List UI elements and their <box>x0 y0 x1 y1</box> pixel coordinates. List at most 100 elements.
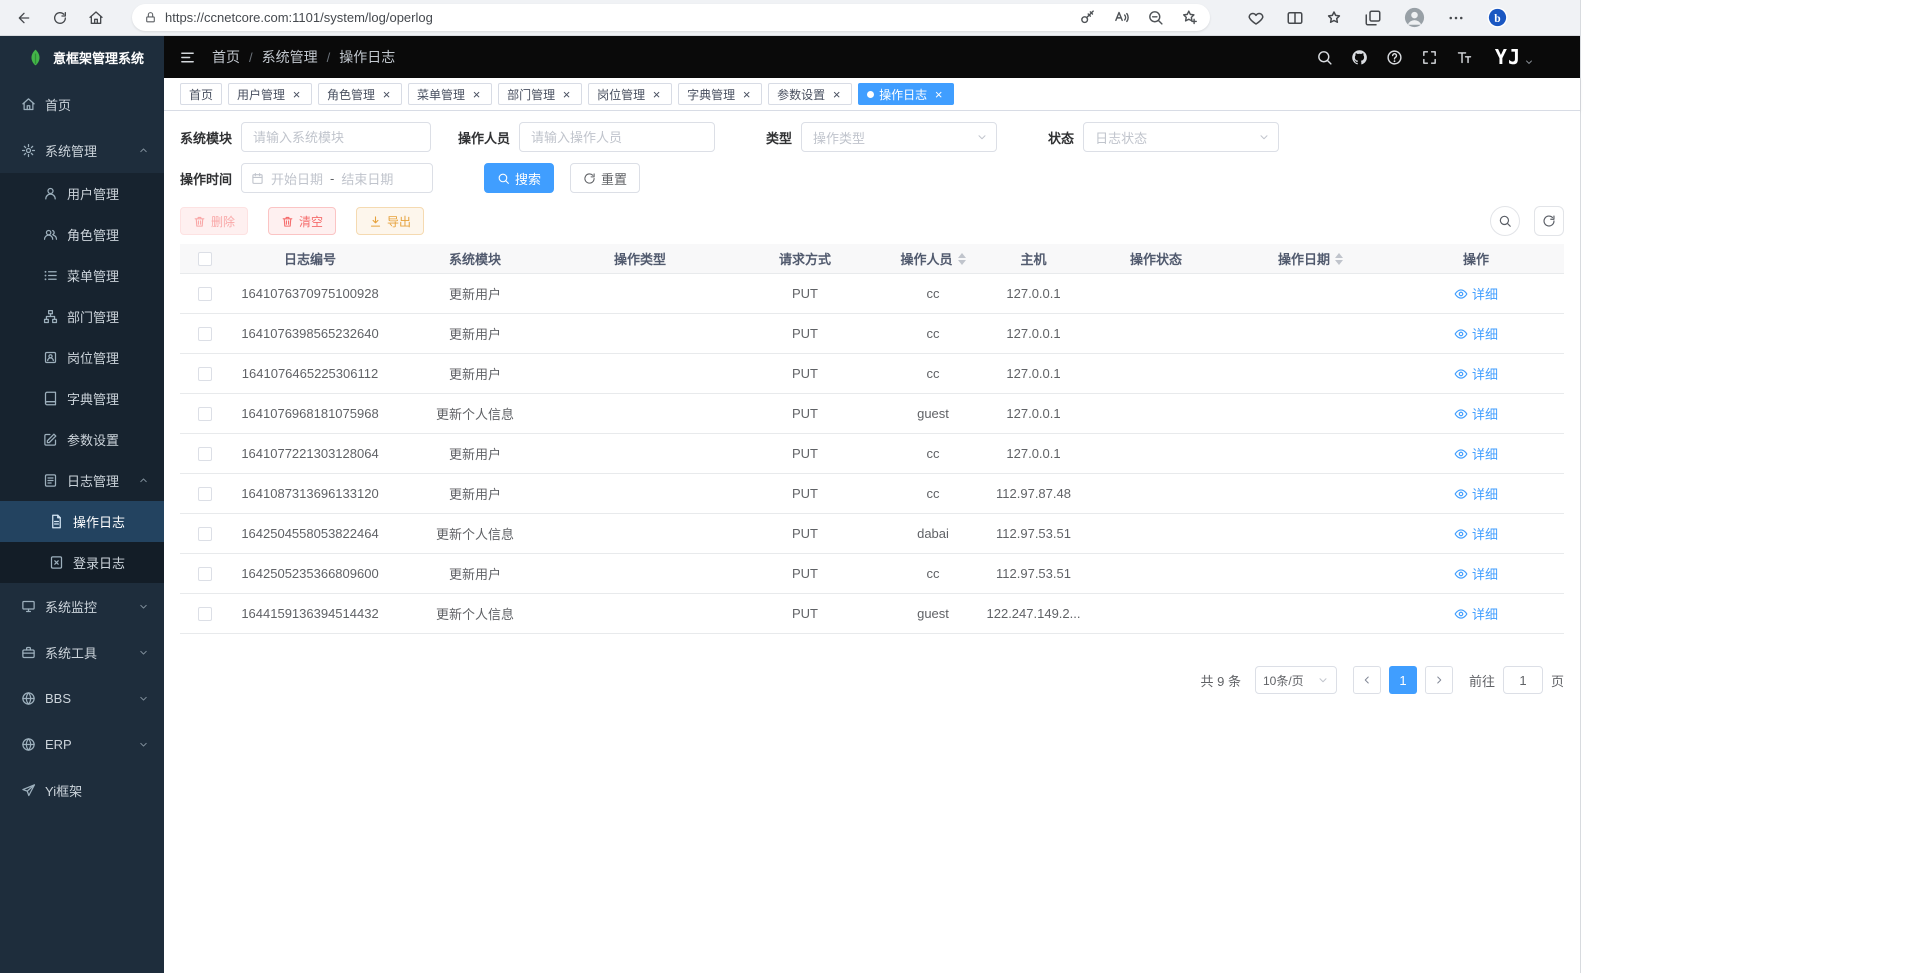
sidebar-item[interactable]: 操作日志 <box>0 501 164 542</box>
column-header[interactable]: 请求方式 <box>720 244 890 273</box>
search-button[interactable]: 搜索 <box>484 163 554 193</box>
tab[interactable]: 岗位管理 × <box>588 83 672 105</box>
sidebar-item[interactable]: 首页 <box>0 81 164 127</box>
breadcrumb-item[interactable]: 操作日志 <box>318 47 396 67</box>
browser-essentials-icon[interactable] <box>1247 9 1265 27</box>
row-checkbox[interactable] <box>198 447 212 461</box>
delete-button[interactable]: 删除 <box>180 207 248 235</box>
tab[interactable]: 菜单管理 × <box>408 83 492 105</box>
tab-close-icon[interactable]: × <box>380 88 393 101</box>
show-search-button[interactable] <box>1490 206 1520 236</box>
row-checkbox[interactable] <box>198 487 212 501</box>
prev-page-button[interactable] <box>1353 666 1381 694</box>
sidebar-item[interactable]: 系统监控 <box>0 583 164 629</box>
goto-page-input[interactable] <box>1503 666 1543 694</box>
user-logo[interactable]: YJ <box>1495 45 1521 69</box>
sidebar-item[interactable]: 参数设置 <box>0 419 164 460</box>
back-button[interactable] <box>10 4 38 32</box>
detail-link[interactable]: 详细 <box>1454 284 1498 303</box>
row-checkbox[interactable] <box>198 367 212 381</box>
tab-close-icon[interactable]: × <box>560 88 573 101</box>
tab-close-icon[interactable]: × <box>650 88 663 101</box>
sidebar-item[interactable]: 角色管理 <box>0 214 164 255</box>
read-aloud-icon[interactable] <box>1113 9 1130 26</box>
profile-avatar[interactable] <box>1403 6 1426 29</box>
detail-link[interactable]: 详细 <box>1454 604 1498 623</box>
module-input[interactable] <box>241 122 431 152</box>
row-checkbox[interactable] <box>198 287 212 301</box>
help-icon[interactable] <box>1386 49 1403 66</box>
sort-carets[interactable] <box>1335 253 1343 265</box>
row-checkbox[interactable] <box>198 567 212 581</box>
detail-link[interactable]: 详细 <box>1454 564 1498 583</box>
breadcrumb-item[interactable]: 首页 <box>212 47 240 67</box>
sidebar-item[interactable]: 部门管理 <box>0 296 164 337</box>
clear-button[interactable]: 清空 <box>268 207 336 235</box>
sort-carets[interactable] <box>958 253 966 265</box>
favorites-icon[interactable] <box>1325 9 1343 27</box>
tab[interactable]: 角色管理 × <box>318 83 402 105</box>
status-select[interactable]: 日志状态 <box>1083 122 1279 152</box>
column-header[interactable]: 操作 <box>1400 244 1552 273</box>
detail-link[interactable]: 详细 <box>1454 444 1498 463</box>
detail-link[interactable]: 详细 <box>1454 484 1498 503</box>
sidebar-item[interactable]: BBS <box>0 675 164 721</box>
browser-menu-icon[interactable] <box>1447 9 1465 27</box>
tab[interactable]: 参数设置 × <box>768 83 852 105</box>
operator-input[interactable] <box>519 122 715 152</box>
tab[interactable]: 用户管理 × <box>228 83 312 105</box>
github-icon[interactable] <box>1351 49 1368 66</box>
reset-button[interactable]: 重置 <box>570 163 640 193</box>
sidebar-item[interactable]: 日志管理 <box>0 460 164 501</box>
sidebar-item[interactable]: 系统管理 <box>0 127 164 173</box>
sidebar-item[interactable]: 用户管理 <box>0 173 164 214</box>
column-header[interactable]: 主机 <box>976 244 1091 273</box>
sidebar-toggle-icon[interactable] <box>179 49 196 66</box>
select-all-checkbox[interactable] <box>198 252 212 266</box>
export-button[interactable]: 导出 <box>356 207 424 235</box>
column-header[interactable]: 日志编号 <box>230 244 390 273</box>
refresh-table-button[interactable] <box>1534 206 1564 236</box>
favorite-icon[interactable] <box>1181 9 1198 26</box>
tab[interactable]: 操作日志 × <box>858 83 954 105</box>
header-search-icon[interactable] <box>1316 49 1333 66</box>
sidebar-item[interactable]: ERP <box>0 721 164 767</box>
page-size-select[interactable]: 10条/页 <box>1255 666 1337 694</box>
detail-link[interactable]: 详细 <box>1454 404 1498 423</box>
column-header[interactable]: 操作日期 <box>1221 244 1400 273</box>
sidebar-item[interactable]: 字典管理 <box>0 378 164 419</box>
column-header[interactable]: 操作类型 <box>560 244 720 273</box>
tab-close-icon[interactable]: × <box>740 88 753 101</box>
tab-close-icon[interactable]: × <box>830 88 843 101</box>
password-icon[interactable] <box>1079 9 1096 26</box>
column-header[interactable]: 操作状态 <box>1091 244 1221 273</box>
collections-icon[interactable] <box>1364 9 1382 27</box>
sidebar-item[interactable]: 菜单管理 <box>0 255 164 296</box>
next-page-button[interactable] <box>1425 666 1453 694</box>
font-size-icon[interactable] <box>1456 49 1473 66</box>
sidebar-item[interactable]: 岗位管理 <box>0 337 164 378</box>
detail-link[interactable]: 详细 <box>1454 324 1498 343</box>
tab[interactable]: 部门管理 × <box>498 83 582 105</box>
tab-close-icon[interactable]: × <box>470 88 483 101</box>
zoom-icon[interactable] <box>1147 9 1164 26</box>
bing-icon[interactable]: b <box>1486 6 1509 29</box>
tab-close-icon[interactable]: × <box>290 88 303 101</box>
home-button[interactable] <box>82 4 110 32</box>
fullscreen-icon[interactable] <box>1421 49 1438 66</box>
row-checkbox[interactable] <box>198 607 212 621</box>
row-checkbox[interactable] <box>198 327 212 341</box>
page-number-1[interactable]: 1 <box>1389 666 1417 694</box>
sidebar-item[interactable]: 登录日志 <box>0 542 164 583</box>
split-screen-icon[interactable] <box>1286 9 1304 27</box>
user-menu-caret-icon[interactable] <box>1524 57 1534 67</box>
tab[interactable]: 首页 × <box>180 83 222 105</box>
sidebar-item[interactable]: 系统工具 <box>0 629 164 675</box>
row-checkbox[interactable] <box>198 407 212 421</box>
sidebar-item[interactable]: Yi框架 <box>0 767 164 813</box>
app-logo[interactable]: 意框架管理系统 <box>0 36 164 78</box>
tab-close-icon[interactable]: × <box>932 88 945 101</box>
url-text[interactable]: https://ccnetcore.com:1101/system/log/op… <box>165 10 1062 25</box>
tab[interactable]: 字典管理 × <box>678 83 762 105</box>
column-header[interactable]: 操作人员 <box>890 244 976 273</box>
